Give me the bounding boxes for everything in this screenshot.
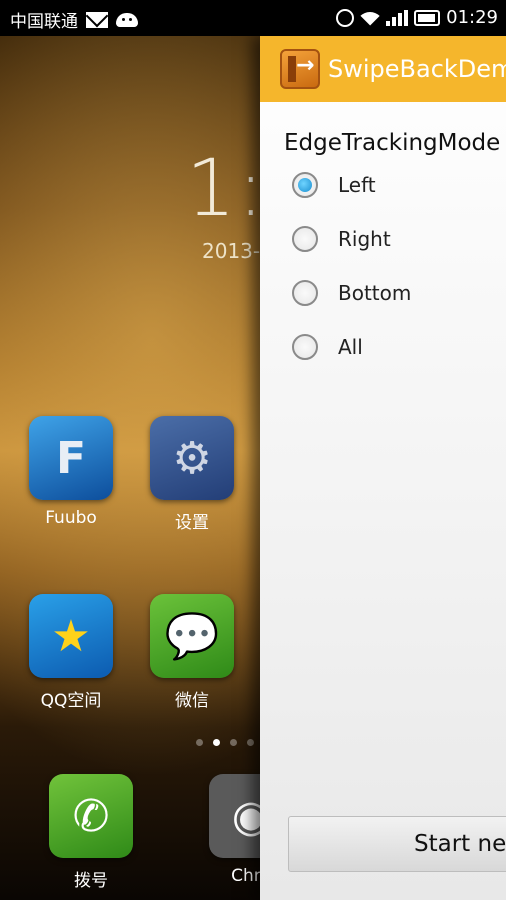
radio-right[interactable]: Right	[292, 226, 391, 252]
radio-left[interactable]: Left	[292, 172, 376, 198]
status-bar: 中国联通 01:29	[0, 0, 506, 36]
status-right: 01:29	[336, 7, 498, 28]
start-new-button[interactable]: Start nev	[288, 816, 506, 872]
wechat-app-icon: 💬	[150, 594, 234, 678]
app-logo-icon[interactable]	[280, 49, 320, 89]
radio-button-checked[interactable]	[292, 172, 318, 198]
page-dot	[247, 739, 254, 746]
app-label: Fuubo	[45, 508, 97, 528]
page-dot-active	[213, 739, 220, 746]
radio-button[interactable]	[292, 280, 318, 306]
action-bar: SwipeBackDem	[260, 36, 506, 102]
settings-app-icon: ⚙	[150, 416, 234, 500]
page-dot	[230, 739, 237, 746]
radio-label: All	[338, 335, 363, 359]
radio-button[interactable]	[292, 226, 318, 252]
dock-phone[interactable]: ✆ 拨号	[36, 774, 146, 891]
app-label: QQ空间	[40, 691, 102, 711]
status-time: 01:29	[446, 7, 498, 28]
app-qq-zone[interactable]: ★ QQ空间	[16, 594, 126, 711]
phone-app-icon: ✆	[49, 774, 133, 858]
fuubo-app-icon: F	[29, 416, 113, 500]
app-label: 拨号	[74, 871, 108, 891]
app-label: 微信	[175, 691, 209, 711]
edge-tracking-mode-label: EdgeTrackingMode	[284, 130, 501, 156]
battery-icon	[414, 9, 441, 26]
radio-button[interactable]	[292, 334, 318, 360]
mail-icon	[86, 11, 108, 28]
app-title: SwipeBackDem	[328, 55, 506, 83]
radio-label: Right	[338, 227, 391, 251]
radio-label: Left	[338, 173, 376, 197]
app-label: 设置	[175, 513, 209, 533]
page-indicator	[196, 739, 254, 746]
android-icon	[116, 12, 138, 27]
qq-zone-app-icon: ★	[29, 594, 113, 678]
swipe-back-activity[interactable]: SwipeBackDem EdgeTrackingMode Left Right…	[260, 36, 506, 900]
signal-icon	[386, 9, 409, 26]
wifi-icon	[360, 10, 380, 26]
radio-all[interactable]: All	[292, 334, 363, 360]
app-wechat[interactable]: 💬 微信	[137, 594, 247, 711]
app-settings[interactable]: ⚙ 设置	[137, 416, 247, 533]
radio-bottom[interactable]: Bottom	[292, 280, 411, 306]
page-dot	[196, 739, 203, 746]
alarm-icon	[336, 8, 355, 27]
carrier-name: 中国联通	[10, 12, 78, 32]
app-fuubo[interactable]: F Fuubo	[16, 416, 126, 528]
status-left: 中国联通	[10, 7, 138, 32]
radio-label: Bottom	[338, 281, 412, 305]
